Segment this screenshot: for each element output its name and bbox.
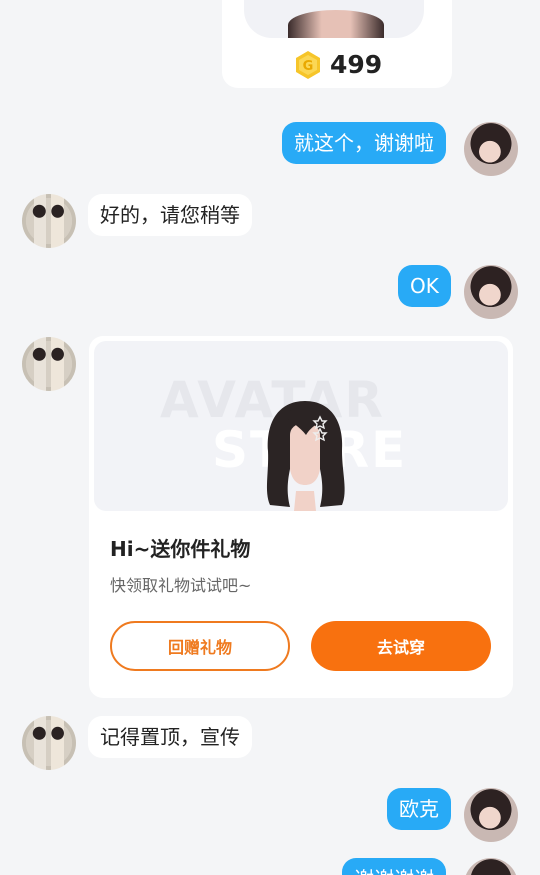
message-bubble-outgoing[interactable]: 欧克 [387,788,451,830]
my-avatar[interactable] [464,122,518,176]
message-bubble-incoming[interactable]: 记得置顶，宣传 [88,716,252,758]
message-bubble-incoming[interactable]: 好的，请您稍等 [88,194,252,236]
my-avatar[interactable] [464,858,518,875]
avatar-hairstyle-image [266,401,345,511]
return-gift-button[interactable]: 回赠礼物 [110,621,290,671]
message-bubble-outgoing[interactable]: 谢谢谢谢 [342,858,446,875]
gift-banner: AVATAR STORE [94,341,508,511]
my-avatar[interactable] [464,788,518,842]
contact-avatar[interactable] [22,337,76,391]
previous-item-preview [244,0,424,38]
gold-g-coin-icon: G [296,51,320,79]
message-bubble-outgoing[interactable]: OK [398,265,451,307]
my-avatar[interactable] [464,265,518,319]
svg-text:G: G [303,59,314,74]
item-hair-image [288,10,384,38]
item-price: 499 [330,50,383,79]
contact-avatar[interactable] [22,716,76,770]
message-bubble-outgoing[interactable]: 就这个，谢谢啦 [282,122,446,164]
contact-avatar[interactable] [22,194,76,248]
try-on-button[interactable]: 去试穿 [311,621,491,671]
gift-subtitle: 快领取礼物试试吧~ [110,576,252,595]
gift-title: Hi~送你件礼物 [110,537,251,561]
